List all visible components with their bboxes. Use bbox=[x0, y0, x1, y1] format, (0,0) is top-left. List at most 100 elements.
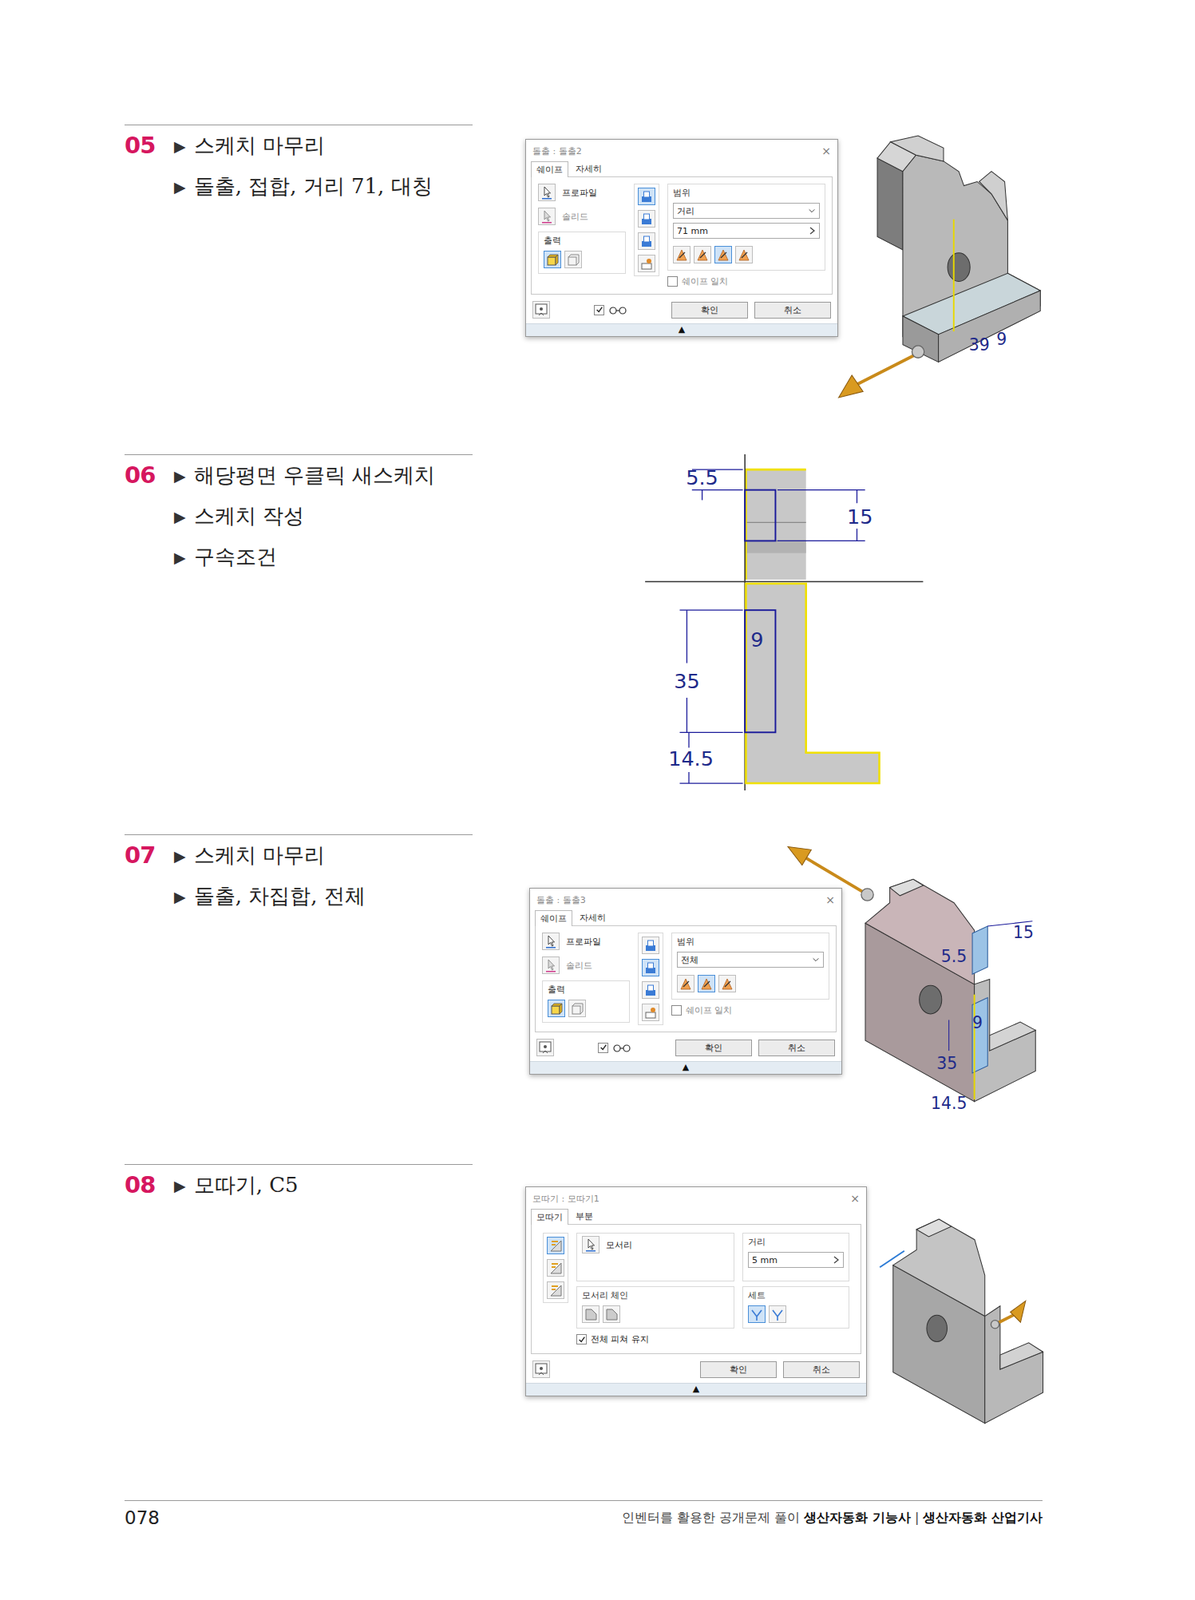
step-label: 해당평면 우클릭 새스케치 bbox=[193, 461, 436, 490]
title-part: 인벤터를 활용한 공개문제 풀이 bbox=[621, 1509, 804, 1525]
match-shape[interactable]: 쉐이프 일치 bbox=[671, 1004, 830, 1017]
profile-button[interactable] bbox=[538, 183, 556, 202]
step-item: ▶돌출, 접합, 거리 71, 대칭 bbox=[174, 166, 433, 207]
step-item: ▶스케치 마무리 bbox=[174, 834, 366, 876]
output-group: 출력 bbox=[538, 231, 626, 274]
setback-button[interactable] bbox=[768, 1305, 787, 1323]
operation-button[interactable] bbox=[641, 958, 660, 977]
dialog-tab[interactable]: 자세히 bbox=[573, 909, 612, 926]
cancel-button[interactable]: 취소 bbox=[754, 301, 831, 319]
checkbox[interactable] bbox=[671, 1005, 682, 1016]
expand-strip[interactable]: ▲ bbox=[526, 1382, 867, 1396]
figure bbox=[872, 1203, 1052, 1432]
figure: 399 bbox=[836, 132, 1051, 412]
dialog-tab[interactable]: 모따기 bbox=[530, 1208, 569, 1225]
operation-button[interactable] bbox=[637, 209, 656, 228]
output-buttons bbox=[547, 999, 625, 1017]
solid-row: 솔리드 bbox=[538, 207, 626, 226]
direction-icon bbox=[695, 247, 710, 262]
output-button[interactable] bbox=[568, 999, 586, 1017]
edges-button[interactable] bbox=[581, 1235, 600, 1254]
match-label: 쉐이프 일치 bbox=[681, 275, 729, 288]
operation-button[interactable] bbox=[641, 1003, 660, 1021]
bullet: ▶ bbox=[174, 1176, 186, 1195]
checkbox[interactable] bbox=[667, 276, 678, 287]
keep-features[interactable]: 전체 피쳐 유지 bbox=[576, 1333, 850, 1346]
page-footer: 078인벤터를 활용한 공개문제 풀이 생산자동화 기능사 | 생산자동화 산업… bbox=[124, 1499, 1043, 1528]
distance-input[interactable]: 71 mm bbox=[672, 222, 820, 239]
ok-button[interactable]: 확인 bbox=[671, 301, 748, 319]
operation-button[interactable] bbox=[637, 254, 656, 273]
operation-button[interactable] bbox=[637, 232, 656, 250]
output-icon bbox=[565, 252, 581, 267]
direction-button[interactable] bbox=[676, 974, 695, 993]
close-button[interactable]: × bbox=[850, 1191, 860, 1205]
close-button[interactable]: × bbox=[825, 893, 835, 907]
direction-button[interactable] bbox=[697, 974, 716, 993]
output-button[interactable] bbox=[543, 250, 562, 269]
range-value: 거리 bbox=[676, 205, 695, 218]
dialog-tab[interactable]: 자세히 bbox=[569, 160, 608, 177]
step-text: 08▶모따기, C5 bbox=[124, 1163, 473, 1206]
distance-value: 71 mm bbox=[676, 225, 709, 237]
bullet: ▶ bbox=[174, 548, 186, 566]
dimension-label: 14.5 bbox=[930, 1093, 967, 1113]
preview-toggle[interactable] bbox=[593, 303, 628, 317]
expand-strip[interactable]: ▲ bbox=[530, 1060, 842, 1074]
direction-button[interactable] bbox=[693, 245, 712, 264]
group-label: 거리 bbox=[747, 1235, 844, 1248]
check-icon bbox=[599, 1043, 608, 1052]
ok-button[interactable]: 확인 bbox=[675, 1039, 752, 1057]
group-label: 출력 bbox=[543, 234, 621, 247]
dialog-tab[interactable]: 쉐이프 bbox=[530, 161, 569, 178]
step-list: ▶스케치 마무리▶돌출, 차집합, 전체 bbox=[174, 834, 366, 917]
preview-toggle[interactable] bbox=[597, 1040, 632, 1054]
dimension-label: 14.5 bbox=[668, 746, 714, 771]
direction-icon bbox=[699, 976, 714, 991]
direction-button[interactable] bbox=[672, 245, 691, 264]
distance-input[interactable]: 5 mm bbox=[747, 1251, 844, 1268]
direction-button[interactable] bbox=[714, 245, 733, 264]
operation-icon bbox=[643, 937, 658, 953]
direction-button[interactable] bbox=[735, 245, 753, 264]
cancel-button[interactable]: 취소 bbox=[758, 1039, 835, 1057]
expand-strip[interactable]: ▲ bbox=[526, 323, 838, 337]
output-button[interactable] bbox=[564, 250, 582, 269]
help-button[interactable] bbox=[532, 300, 551, 319]
match-shape[interactable]: 쉐이프 일치 bbox=[667, 275, 826, 288]
operation-button[interactable] bbox=[637, 187, 656, 206]
operation-button[interactable] bbox=[641, 981, 660, 999]
dialog-tab[interactable]: 쉐이프 bbox=[534, 910, 573, 926]
dialog-panel: 프로파일솔리드출력범위거리71 mm쉐이프 일치 bbox=[530, 176, 833, 295]
chain-button[interactable] bbox=[581, 1305, 600, 1323]
help-button[interactable] bbox=[536, 1038, 554, 1057]
setback-button[interactable] bbox=[747, 1305, 766, 1323]
profile-button[interactable] bbox=[542, 932, 560, 950]
operation-button[interactable] bbox=[641, 936, 660, 954]
direction-button[interactable] bbox=[718, 974, 736, 993]
checkbox[interactable] bbox=[576, 1333, 587, 1345]
range-select[interactable]: 거리 bbox=[672, 202, 820, 219]
close-button[interactable]: × bbox=[821, 144, 831, 158]
help-button[interactable] bbox=[532, 1360, 551, 1378]
setback-group: 세트 bbox=[742, 1286, 850, 1329]
method-button[interactable] bbox=[546, 1236, 565, 1255]
extrude-dialog: 돌출 : 돌출3×쉐이프자세히프로파일솔리드출력범위전체쉐이프 일치확인취소▲ bbox=[529, 887, 843, 1075]
cancel-button[interactable]: 취소 bbox=[783, 1361, 860, 1378]
distance-group: 거리 5 mm bbox=[742, 1232, 850, 1282]
range-select[interactable]: 전체 bbox=[676, 951, 824, 968]
help-icon bbox=[534, 1361, 549, 1377]
chain-button[interactable] bbox=[602, 1305, 621, 1323]
checkbox[interactable] bbox=[597, 1042, 609, 1053]
dialog-tab[interactable]: 부분 bbox=[569, 1207, 599, 1224]
method-button[interactable] bbox=[546, 1281, 565, 1299]
page-number: 078 bbox=[124, 1507, 160, 1528]
method-button[interactable] bbox=[546, 1258, 565, 1277]
ok-button[interactable]: 확인 bbox=[700, 1361, 777, 1378]
dialog-title: 돌출 : 돌출2 bbox=[532, 145, 582, 158]
checkbox[interactable] bbox=[593, 304, 605, 316]
output-button[interactable] bbox=[547, 999, 566, 1017]
dialog-buttons: 확인 취소 bbox=[700, 1361, 860, 1378]
solid-button[interactable] bbox=[542, 956, 560, 974]
solid-button[interactable] bbox=[538, 207, 556, 226]
